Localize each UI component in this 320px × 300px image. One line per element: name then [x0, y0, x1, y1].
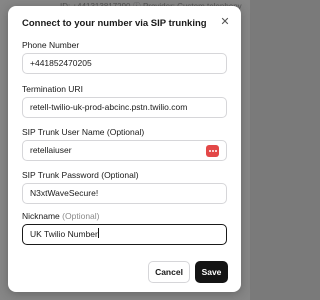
sip-user-label: SIP Trunk User Name (Optional) [22, 127, 144, 137]
termination-uri-value: retell-twilio-uk-prod-abcinc.pstn.twilio… [30, 102, 188, 112]
nickname-optional: (Optional) [62, 211, 100, 221]
close-icon[interactable]: ✕ [218, 15, 232, 29]
sip-user-value: retellaiuser [30, 145, 72, 155]
termination-uri-label-text: Termination URI [22, 84, 83, 94]
nickname-input[interactable]: UK Twilio Number [22, 224, 227, 245]
phone-number-label-text: Phone Number [22, 40, 80, 50]
sip-password-label-text: SIP Trunk Password [22, 170, 99, 180]
sip-password-label: SIP Trunk Password (Optional) [22, 170, 139, 180]
phone-number-input[interactable]: +441852470205 [22, 53, 227, 74]
sip-user-optional: (Optional) [106, 127, 145, 137]
dialog-title: Connect to your number via SIP trunking [22, 18, 207, 29]
nickname-label: Nickname (Optional) [22, 211, 100, 221]
key-icon[interactable] [206, 145, 219, 157]
phone-number-value: +441852470205 [30, 58, 92, 68]
sip-trunk-dialog: Connect to your number via SIP trunking … [8, 6, 241, 292]
nickname-value: UK Twilio Number [30, 229, 98, 239]
cancel-button[interactable]: Cancel [148, 261, 190, 283]
termination-uri-label: Termination URI [22, 84, 83, 94]
phone-number-label: Phone Number [22, 40, 79, 50]
sip-password-input[interactable]: N3xtWaveSecure! [22, 183, 227, 204]
sip-password-value: N3xtWaveSecure! [30, 188, 99, 198]
termination-uri-input[interactable]: retell-twilio-uk-prod-abcinc.pstn.twilio… [22, 97, 227, 118]
nickname-label-text: Nickname [22, 211, 60, 221]
sip-user-label-text: SIP Trunk User Name [22, 127, 105, 137]
sip-password-optional: (Optional) [101, 170, 139, 180]
sip-user-input[interactable]: retellaiuser [22, 140, 227, 161]
text-caret [98, 228, 100, 238]
save-button[interactable]: Save [195, 261, 228, 283]
